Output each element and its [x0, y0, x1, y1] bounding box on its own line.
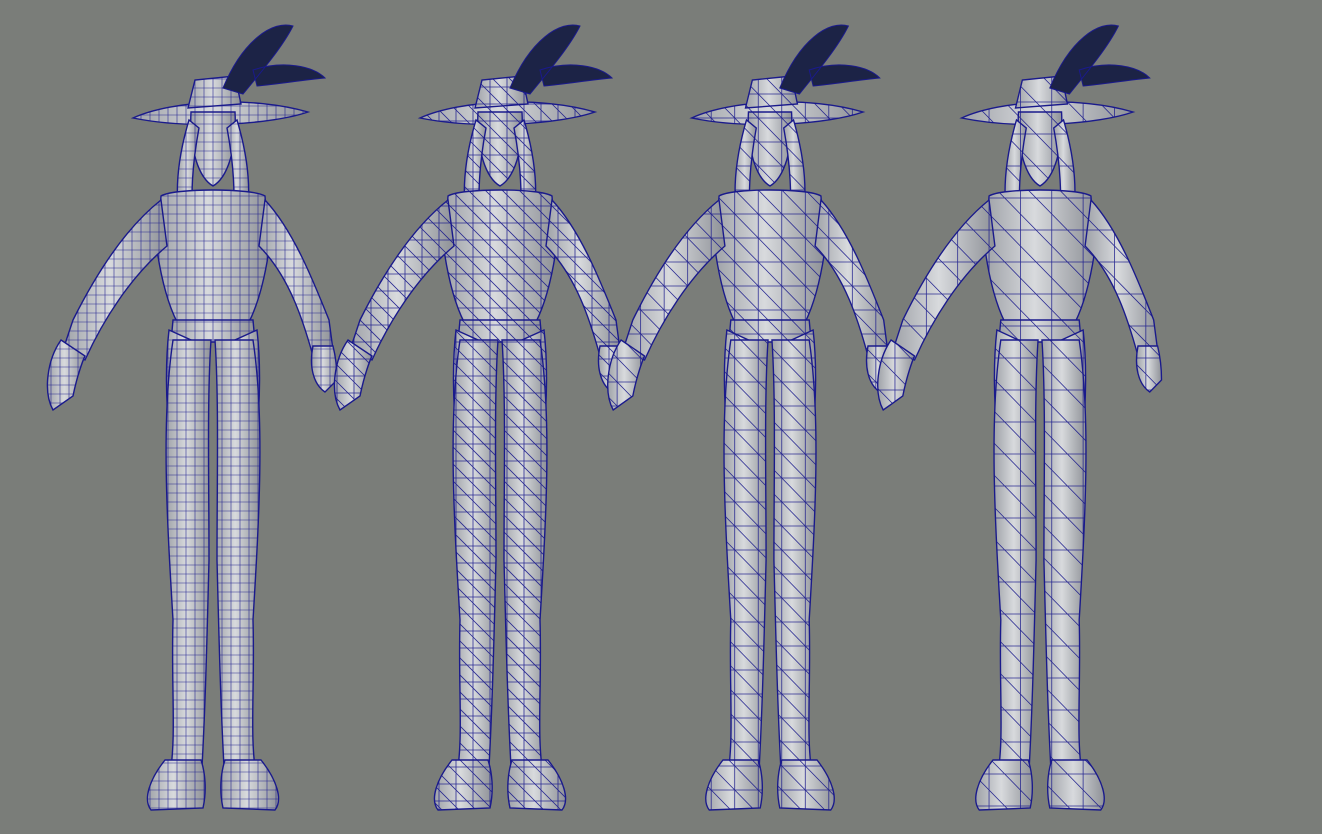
mesh-arm-right[interactable] [814, 198, 889, 357]
mesh-arm-left[interactable] [62, 198, 168, 361]
figure-lod-0[interactable] [33, 24, 393, 820]
mesh-torso[interactable] [984, 189, 1096, 323]
hat-feather[interactable] [779, 24, 881, 95]
hat-feather[interactable] [509, 24, 614, 95]
mesh-head[interactable] [747, 111, 793, 187]
mesh-boot-right[interactable] [220, 759, 280, 811]
mesh-head[interactable] [1017, 111, 1063, 187]
mesh-boot-right[interactable] [776, 759, 835, 811]
wireframe-overlay [47, 76, 337, 810]
mesh-boot-left[interactable] [433, 759, 493, 811]
mesh-head[interactable] [477, 111, 523, 187]
mesh-leg-right[interactable] [501, 339, 548, 785]
mesh-leg-left[interactable] [452, 339, 499, 785]
hat-feather[interactable] [222, 24, 327, 95]
3d-viewport[interactable] [0, 0, 1322, 834]
mesh-arm-left[interactable] [349, 198, 455, 361]
mesh-torso[interactable] [714, 189, 826, 323]
mesh-arm-left[interactable] [622, 198, 726, 361]
figures-layer [33, 24, 1163, 820]
mesh-arm-right[interactable] [258, 198, 334, 357]
mesh-boot-left[interactable] [146, 759, 206, 811]
mesh-hand-right[interactable] [1135, 345, 1163, 393]
hat-feather[interactable] [1049, 24, 1151, 95]
viewport-canvas[interactable] [0, 0, 1322, 834]
mesh-arm-left[interactable] [892, 198, 996, 361]
mesh-arm-right[interactable] [1084, 198, 1159, 357]
